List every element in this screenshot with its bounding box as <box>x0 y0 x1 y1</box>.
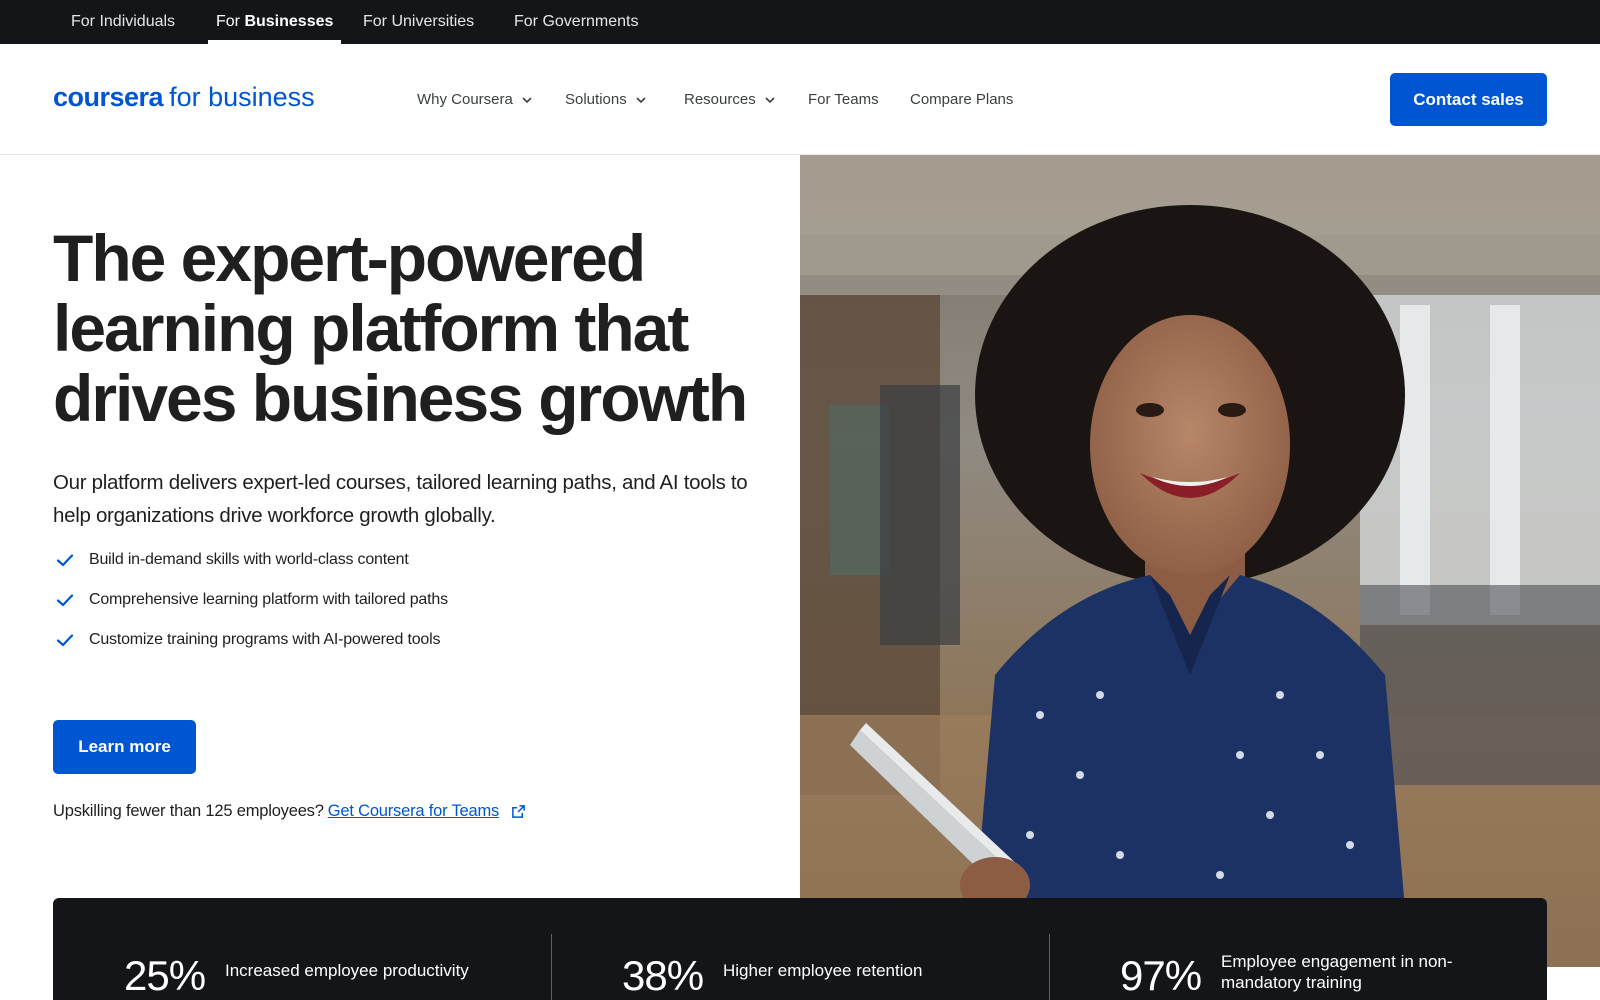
audience-link-businesses[interactable]: For Businesses <box>207 0 342 44</box>
check-icon <box>56 554 74 567</box>
get-coursera-for-teams-link[interactable]: Get Coursera for Teams <box>328 802 500 821</box>
contact-sales-button[interactable]: Contact sales <box>1390 73 1547 126</box>
audience-link-individuals[interactable]: For Individuals <box>71 0 175 44</box>
nav-solutions[interactable]: Solutions <box>565 88 647 112</box>
check-icon <box>56 594 74 607</box>
hero-title-line: drives business growth <box>53 361 748 435</box>
nav-compare-plans[interactable]: Compare Plans <box>910 88 1013 112</box>
nav-label: Why Coursera <box>417 91 513 108</box>
teams-upsell: Upskilling fewer than 125 employees? Get… <box>53 802 526 821</box>
audience-prefix: For <box>363 13 387 30</box>
stat-value: 25% <box>124 952 206 999</box>
nav-label: Resources <box>684 91 756 108</box>
audience-label: Governments <box>542 13 639 30</box>
stat-value: 38% <box>622 952 704 999</box>
stat-label: Employee engagement in non-mandatory tra… <box>1221 952 1453 992</box>
stat-value: 97% <box>1120 952 1202 999</box>
feature-text: Customize training programs with AI-powe… <box>89 631 441 648</box>
list-item: Build in-demand skills with world-class … <box>55 540 448 580</box>
logo-wordmark: coursera <box>53 82 164 112</box>
nav-why-coursera[interactable]: Why Coursera <box>417 88 533 112</box>
stat-retention: 38% Higher employee retention <box>551 898 1049 1000</box>
hero-title-line: The expert-powered <box>53 221 646 295</box>
chevron-down-icon <box>522 97 532 104</box>
audience-link-universities[interactable]: For Universities <box>363 0 474 44</box>
list-item: Customize training programs with AI-powe… <box>55 620 448 660</box>
hero-photo <box>800 155 1600 967</box>
stat-label: Increased employee productivity <box>225 961 469 980</box>
audience-label: Universities <box>391 13 475 30</box>
nav-label: Solutions <box>565 91 627 108</box>
learn-more-button[interactable]: Learn more <box>53 720 196 774</box>
stat-label: Higher employee retention <box>723 961 923 980</box>
feature-list: Build in-demand skills with world-class … <box>55 540 448 660</box>
external-link-icon[interactable] <box>511 804 526 819</box>
audience-link-governments[interactable]: For Governments <box>514 0 639 44</box>
audience-prefix: For <box>216 13 240 30</box>
stats-band: 25% Increased employee productivity 38% … <box>53 898 1547 1000</box>
hero-description: Our platform delivers expert-led courses… <box>53 471 748 527</box>
stat-engagement: 97% Employee engagement in non-mandatory… <box>1049 898 1547 1000</box>
nav-for-teams[interactable]: For Teams <box>808 88 879 112</box>
chevron-down-icon <box>636 97 646 104</box>
teams-prompt: Upskilling fewer than 125 employees? <box>53 802 324 820</box>
list-item: Comprehensive learning platform with tai… <box>55 580 448 620</box>
stat-productivity: 25% Increased employee productivity <box>53 898 551 1000</box>
feature-text: Build in-demand skills with world-class … <box>89 551 409 568</box>
hero-title: The expert-powered learning platform tha… <box>53 223 773 433</box>
audience-prefix: For <box>514 13 538 30</box>
feature-text: Comprehensive learning platform with tai… <box>89 591 448 608</box>
check-icon <box>56 634 74 647</box>
nav-label: For Teams <box>808 91 879 108</box>
nav-resources[interactable]: Resources <box>684 88 776 112</box>
coursera-for-business-logo[interactable]: coursera for business <box>53 82 315 116</box>
audience-bar: For Individuals For Businesses For Unive… <box>0 0 1600 44</box>
hero-title-line: learning platform that <box>53 291 689 365</box>
audience-label: Individuals <box>99 13 176 30</box>
audience-label: Businesses <box>244 13 334 30</box>
nav-label: Compare Plans <box>910 91 1014 108</box>
site-header: coursera for business Why Coursera Soluti… <box>0 44 1600 155</box>
logo-suffix: for business <box>169 82 315 112</box>
audience-prefix: For <box>71 13 95 30</box>
chevron-down-icon <box>765 97 775 104</box>
